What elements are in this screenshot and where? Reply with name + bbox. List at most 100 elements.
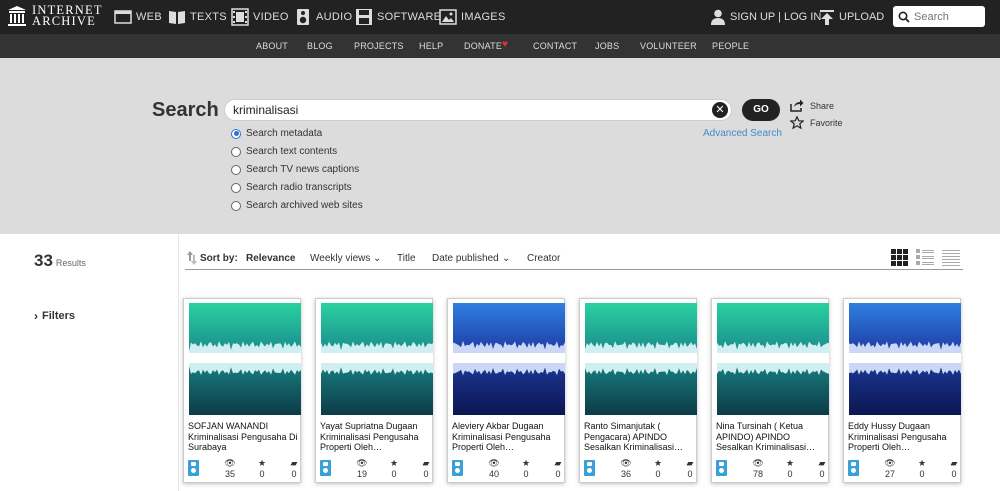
reviews-count: 0: [687, 469, 693, 479]
reviews-stat: ▰ 0: [678, 458, 702, 479]
subnav-blog[interactable]: BLOG: [307, 41, 333, 51]
audio-media-type-icon: [848, 460, 859, 476]
result-card[interactable]: Ranto Simanjutak ( Pengacara) APINDO Ses…: [579, 298, 697, 483]
result-card[interactable]: Nina Tursinah ( Ketua APINDO) APINDO Ses…: [711, 298, 829, 483]
item-title[interactable]: Ranto Simanjutak ( Pengacara) APINDO Ses…: [584, 421, 696, 454]
result-card[interactable]: Yayat Supriatna Dugaan Kriminalisasi Pen…: [315, 298, 433, 483]
sort-date-published[interactable]: Date published: [432, 253, 499, 264]
reviews-stat: ▰ 0: [546, 458, 570, 479]
item-title[interactable]: Yayat Supriatna Dugaan Kriminalisasi Pen…: [320, 421, 432, 454]
upload-link[interactable]: UPLOAD: [820, 6, 884, 28]
option-search-web-sites[interactable]: Search archived web sites: [231, 200, 363, 211]
column-divider: [178, 234, 179, 491]
audio-waveform-thumbnail[interactable]: [717, 303, 829, 415]
internet-archive-logo[interactable]: INTERNET ARCHIVE: [7, 4, 103, 27]
sort-creator[interactable]: Creator: [527, 253, 560, 264]
option-search-text-contents[interactable]: Search text contents: [231, 146, 337, 157]
chevron-down-icon: ⌄: [373, 253, 382, 264]
favorite-button[interactable]: Favorite: [790, 116, 843, 129]
radio-button[interactable]: [231, 182, 241, 193]
list-compact-view-icon[interactable]: [942, 249, 960, 266]
item-title[interactable]: SOFJAN WANANDI Kriminalisasi Pengusaha D…: [188, 421, 300, 454]
sort-weekly-views[interactable]: Weekly views: [310, 253, 370, 264]
item-title[interactable]: Nina Tursinah ( Ketua APINDO) APINDO Ses…: [716, 421, 828, 454]
favorites-count: 0: [787, 469, 793, 479]
radio-button[interactable]: [231, 164, 241, 175]
favorites-count: 0: [919, 469, 925, 479]
nav-audio[interactable]: AUDIO: [294, 6, 352, 28]
eye-icon: 👁: [224, 458, 236, 468]
chevron-down-icon: ⌄: [502, 253, 511, 264]
go-button[interactable]: GO: [742, 99, 780, 121]
audio-waveform-thumbnail[interactable]: [585, 303, 697, 415]
item-title[interactable]: Eddy Hussy Dugaan Kriminalisasi Pengusah…: [848, 421, 960, 454]
radio-button[interactable]: [231, 200, 241, 211]
nav-software-label: SOFTWARE: [377, 11, 442, 23]
sign-in-link[interactable]: SIGN UP | LOG IN: [711, 6, 821, 28]
search-box[interactable]: ✕: [224, 99, 732, 121]
nav-video[interactable]: VIDEO: [231, 6, 289, 28]
clear-search-button[interactable]: ✕: [712, 102, 728, 118]
option-search-tv-captions[interactable]: Search TV news captions: [231, 164, 359, 175]
audio-waveform-thumbnail[interactable]: [849, 303, 961, 415]
top-search-box[interactable]: [893, 6, 985, 27]
audio-waveform-thumbnail[interactable]: [321, 303, 433, 415]
upload-label: UPLOAD: [839, 11, 885, 23]
result-card[interactable]: Aleviery Akbar Dugaan Kriminalisasi Peng…: [447, 298, 565, 483]
views-stat: 👁 19: [350, 458, 374, 479]
audio-media-type-icon: [188, 460, 199, 476]
sort-title[interactable]: Title: [397, 253, 416, 264]
subnav-volunteer[interactable]: VOLUNTEER: [640, 41, 697, 51]
list-detail-view-icon[interactable]: [916, 249, 934, 266]
reviews-count: 0: [291, 469, 297, 479]
subnav-projects[interactable]: PROJECTS: [354, 41, 404, 51]
sort-arrows-icon: [187, 251, 197, 265]
result-card[interactable]: SOFJAN WANANDI Kriminalisasi Pengusaha D…: [183, 298, 301, 483]
grid-view-icon[interactable]: [891, 249, 908, 266]
audio-waveform-thumbnail[interactable]: [189, 303, 301, 415]
radio-button[interactable]: [231, 146, 241, 157]
filters-toggle[interactable]: › Filters: [34, 309, 75, 323]
views-stat: 👁 78: [746, 458, 770, 479]
top-bar: INTERNET ARCHIVE WEB TEXTS VIDEO AUDIO S…: [0, 0, 1000, 34]
item-title[interactable]: Aleviery Akbar Dugaan Kriminalisasi Peng…: [452, 421, 564, 454]
subnav-people[interactable]: PEOPLE: [712, 41, 749, 51]
star-icon: ★: [521, 458, 531, 468]
subnav-jobs[interactable]: JOBS: [595, 41, 619, 51]
advanced-search-link[interactable]: Advanced Search: [703, 128, 782, 139]
chevron-right-icon: ›: [34, 309, 38, 323]
subnav-contact[interactable]: CONTACT: [533, 41, 577, 51]
result-card[interactable]: Eddy Hussy Dugaan Kriminalisasi Pengusah…: [843, 298, 961, 483]
nav-web[interactable]: WEB: [114, 6, 162, 28]
nav-audio-label: AUDIO: [316, 11, 353, 23]
star-icon: ★: [389, 458, 399, 468]
radio-button-checked[interactable]: [231, 128, 241, 139]
reviews-stat: ▰ 0: [810, 458, 834, 479]
nav-images[interactable]: IMAGES: [439, 6, 506, 28]
subnav-help[interactable]: HELP: [419, 41, 443, 51]
favorite-label: Favorite: [810, 117, 843, 128]
favorites-stat: ★ 0: [646, 458, 670, 479]
sort-relevance[interactable]: Relevance: [246, 253, 295, 264]
top-search-input[interactable]: [914, 10, 982, 23]
star-outline-icon: [790, 116, 804, 129]
comment-icon: ▰: [818, 458, 826, 468]
option-search-metadata[interactable]: Search metadata: [231, 128, 322, 139]
film-icon: [231, 8, 249, 26]
nav-texts[interactable]: TEXTS: [168, 6, 227, 28]
subnav-donate[interactable]: DONATE: [464, 41, 502, 51]
comment-icon: ▰: [422, 458, 430, 468]
favorites-count: 0: [523, 469, 529, 479]
nav-software[interactable]: SOFTWARE: [355, 6, 441, 28]
option-search-radio-transcripts[interactable]: Search radio transcripts: [231, 182, 352, 193]
comment-icon: ▰: [290, 458, 298, 468]
audio-waveform-thumbnail[interactable]: [453, 303, 565, 415]
audio-media-type-icon: [716, 460, 727, 476]
user-icon: [711, 9, 725, 25]
audio-media-type-icon: [320, 460, 331, 476]
speaker-icon: [297, 9, 309, 25]
subnav-about[interactable]: ABOUT: [256, 41, 288, 51]
share-button[interactable]: Share: [790, 99, 834, 112]
search-input[interactable]: [233, 103, 703, 117]
views-stat: 👁 36: [614, 458, 638, 479]
